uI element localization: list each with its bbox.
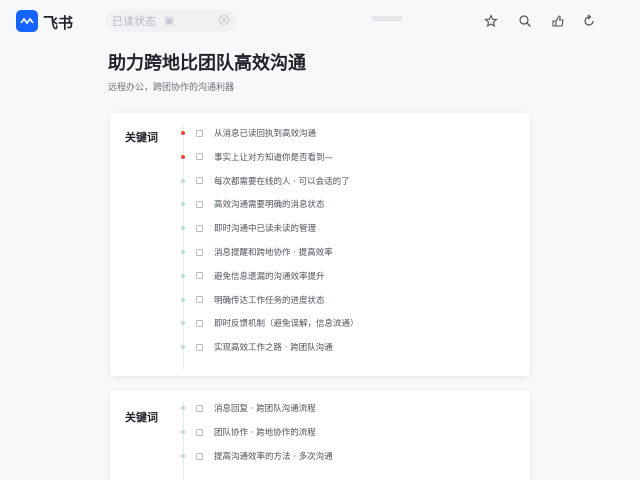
checkbox[interactable]	[196, 319, 203, 327]
list-item-text: 提高沟通效率的方法 · 多次沟通	[214, 452, 333, 462]
bullet-dot-icon	[181, 297, 185, 302]
list-item-text: 明确传达工作任务的进度状态	[214, 295, 325, 306]
list-item-text: 从消息已读回执到高效沟通	[214, 129, 317, 139]
list-item-text: 高效沟通需要明确的消息状态	[214, 200, 325, 211]
checkbox[interactable]	[196, 200, 203, 208]
list-item-text: 消息回复 · 跨团队沟通流程	[214, 404, 316, 414]
checkbox[interactable]	[196, 248, 203, 256]
top-bar: 飞书 已读状态 ▣	[0, 0, 640, 42]
bullet-dot-icon	[181, 406, 185, 410]
bullet-dot-icon	[181, 131, 185, 135]
checkbox[interactable]	[196, 343, 203, 351]
checkbox[interactable]	[196, 272, 203, 280]
page-title: 助力跨地比团队高效沟通	[108, 53, 306, 74]
list-item[interactable]: 团队协作 · 跨地协作的流程	[178, 425, 316, 439]
list-item[interactable]: 从消息已读回执到高效沟通	[178, 126, 316, 140]
bullet-dot-icon	[181, 154, 185, 159]
window-title	[372, 15, 402, 25]
list-item-text: 消息提醒和跨地协作 · 提高效率	[214, 248, 333, 258]
list-item-text: 每次都需要在线的人 · 可以会话的了	[214, 176, 350, 187]
app-name: 飞书	[43, 14, 74, 32]
list-item[interactable]: 即时反馈机制（避免误解，信息流通）	[178, 316, 359, 330]
document-icon: ▣	[164, 14, 175, 27]
checkbox[interactable]	[196, 177, 203, 185]
search-value: 已读状态	[112, 15, 156, 28]
star-icon[interactable]	[482, 12, 500, 30]
bullet-dot-icon	[181, 250, 185, 254]
refresh-icon[interactable]	[580, 12, 598, 30]
bullet-dot-icon	[181, 226, 185, 231]
keyword-card-2: 关键词 消息回复 · 跨团队沟通流程 团队协作 · 跨地协作的流程提高沟通效率的方…	[110, 391, 530, 480]
checkbox[interactable]	[196, 296, 203, 304]
list-item[interactable]: 每次都需要在线的人 · 可以会话的了	[178, 174, 350, 188]
list-item[interactable]: 明确传达工作任务的进度状态	[178, 293, 325, 307]
checkbox[interactable]	[196, 452, 203, 460]
list-item[interactable]: 高效沟通需要明确的消息状态	[178, 197, 325, 211]
bullet-dot-icon	[181, 178, 185, 183]
list-item-text: 避免信息遗漏的沟通效率提升	[214, 271, 325, 282]
checkbox[interactable]	[196, 153, 203, 161]
clear-icon[interactable]	[218, 14, 230, 26]
bullet-dot-icon	[181, 321, 185, 326]
app-logo-icon[interactable]	[16, 10, 38, 32]
keyword-card: 关键词 从消息已读回执到高效沟通事实上让对方知道你是否看到— 每次都需要在线的人 …	[110, 113, 530, 376]
list-item[interactable]: 实现高效工作之路 · 跨团队沟通	[178, 340, 333, 354]
share-icon[interactable]	[549, 12, 567, 30]
bullet-dot-icon	[181, 273, 185, 278]
bullet-dot-icon	[181, 430, 185, 434]
checkbox[interactable]	[196, 224, 203, 232]
card-label: 关键词	[125, 411, 158, 424]
list-item-text: 即时沟通中已读未读的管理	[214, 224, 317, 235]
list-item-text: 实现高效工作之路 · 跨团队沟通	[214, 343, 333, 354]
checkbox[interactable]	[196, 129, 203, 137]
list-item-text: 团队协作 · 跨地协作的流程	[214, 428, 316, 438]
list-item[interactable]: 即时沟通中已读未读的管理	[178, 221, 316, 235]
checkbox[interactable]	[196, 404, 203, 412]
search-input[interactable]: 已读状态 ▣	[106, 10, 236, 32]
search-icon[interactable]	[516, 12, 534, 30]
list-item-text: 事实上让对方知道你是否看到—	[214, 152, 334, 163]
page-subtitle: 远程办公，跨团协作的沟通利器	[108, 83, 235, 93]
bullet-dot-icon	[181, 454, 185, 458]
list-item[interactable]: 事实上让对方知道你是否看到—	[178, 150, 333, 164]
list-item[interactable]: 消息回复 · 跨团队沟通流程	[178, 401, 316, 415]
bullet-dot-icon	[181, 202, 185, 207]
checkbox[interactable]	[196, 428, 203, 436]
card-label: 关键词	[125, 131, 158, 144]
list-item[interactable]: 避免信息遗漏的沟通效率提升	[178, 269, 325, 283]
list-item[interactable]: 提高沟通效率的方法 · 多次沟通	[178, 449, 333, 463]
list-item-text: 即时反馈机制（避免误解，信息流通）	[214, 319, 359, 330]
list-item[interactable]: 消息提醒和跨地协作 · 提高效率	[178, 245, 333, 259]
bullet-dot-icon	[181, 345, 185, 350]
